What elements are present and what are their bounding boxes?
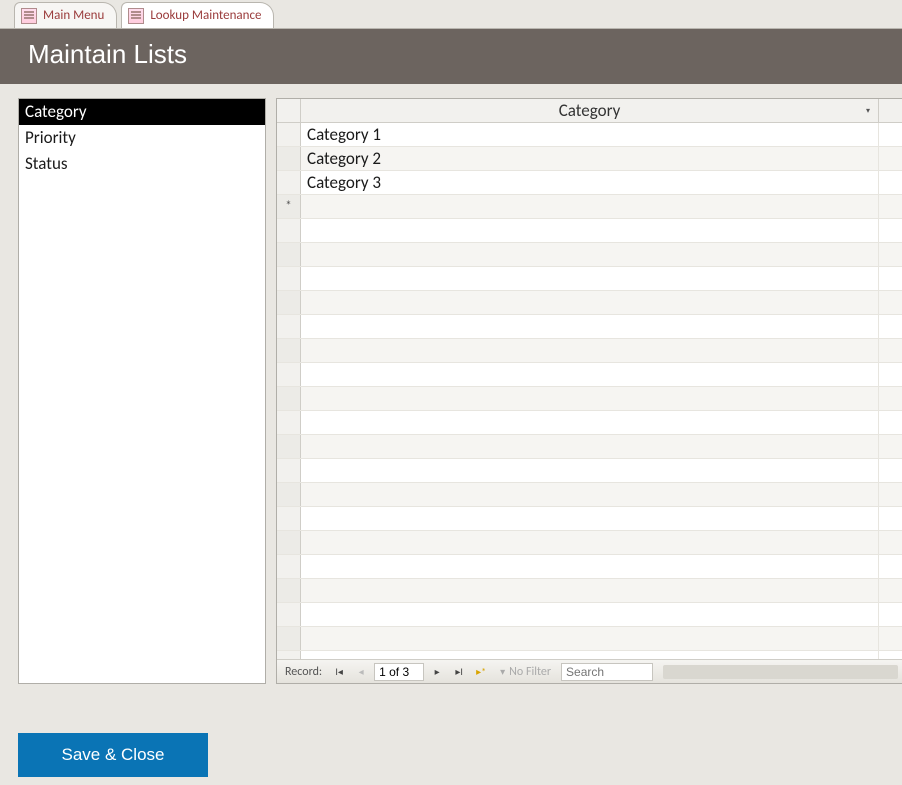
tab-main-menu[interactable]: Main Menu (14, 2, 117, 28)
nav-first-button[interactable]: I◂ (330, 663, 348, 681)
select-all-box[interactable] (277, 99, 301, 122)
lookup-type-list[interactable]: Category Priority Status (18, 98, 266, 684)
save-close-button[interactable]: Save & Close (18, 733, 208, 777)
nav-new-button[interactable]: ▸* (472, 663, 490, 681)
nav-scrollbar-track[interactable] (663, 665, 898, 679)
nav-last-button[interactable]: ▸I (450, 663, 468, 681)
cell-value[interactable]: Category 2 (301, 147, 878, 170)
row-selector[interactable] (277, 147, 301, 170)
tab-lookup-maintenance[interactable]: Lookup Maintenance (121, 2, 274, 28)
form-icon (128, 8, 144, 24)
row-selector[interactable] (277, 171, 301, 194)
grid-body: Category 1 Category 2 Category 3 * (277, 123, 902, 659)
grid-header: Category ▾ (277, 99, 902, 123)
cell-value[interactable]: Category 1 (301, 123, 878, 146)
record-navigator: Record: I◂ ◂ ▸ ▸I ▸* ▾ No Filter (277, 659, 902, 683)
sidebar-item-status[interactable]: Status (19, 151, 265, 177)
cell-trailing (878, 171, 902, 194)
row-selector[interactable] (277, 123, 301, 146)
form-icon (21, 8, 37, 24)
cell-value[interactable]: Category 3 (301, 171, 878, 194)
no-filter-indicator[interactable]: ▾ No Filter (494, 665, 557, 679)
table-row[interactable]: Category 2 (277, 147, 902, 171)
cell-trailing (878, 123, 902, 146)
page-header: Maintain Lists (0, 28, 902, 84)
search-input[interactable] (561, 663, 653, 681)
record-position-input[interactable] (374, 663, 424, 681)
page-title: Maintain Lists (28, 39, 884, 70)
record-label: Record: (281, 665, 326, 679)
table-row[interactable]: Category 1 (277, 123, 902, 147)
new-record-icon: * (277, 195, 301, 218)
cell-trailing (878, 147, 902, 170)
nav-next-button[interactable]: ▸ (428, 663, 446, 681)
nav-prev-button[interactable]: ◂ (352, 663, 370, 681)
datasheet: Category ▾ Category 1 Category 2 Categor… (276, 98, 902, 684)
tabs-bar: Main Menu Lookup Maintenance (0, 0, 902, 28)
sidebar-item-priority[interactable]: Priority (19, 125, 265, 151)
tab-label: Main Menu (43, 8, 104, 23)
column-header-label: Category (559, 100, 621, 121)
cell-new[interactable] (301, 195, 878, 218)
table-row[interactable]: Category 3 (277, 171, 902, 195)
tab-label: Lookup Maintenance (150, 8, 261, 23)
column-header-category[interactable]: Category ▾ (301, 99, 878, 122)
sidebar-item-category[interactable]: Category (19, 99, 265, 125)
empty-rows (277, 219, 902, 659)
chevron-down-icon[interactable]: ▾ (866, 99, 870, 123)
filter-icon: ▾ (500, 665, 505, 678)
new-record-row[interactable]: * (277, 195, 902, 219)
footer-actions: Save & Close (18, 733, 208, 777)
column-trailing (878, 99, 902, 122)
cell-trailing (878, 195, 902, 218)
work-area: Category Priority Status Category ▾ Cate… (0, 84, 902, 686)
